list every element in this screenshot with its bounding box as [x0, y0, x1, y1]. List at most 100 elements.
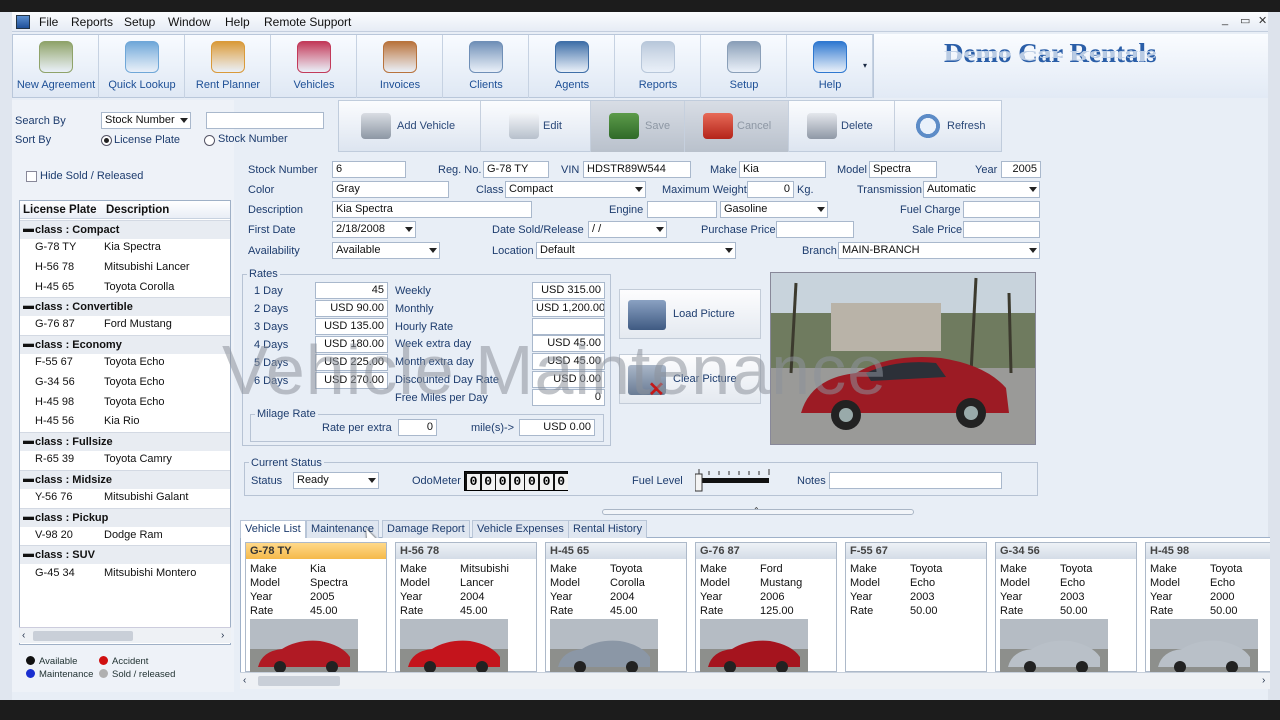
stock-number-field[interactable]: 6: [332, 161, 406, 178]
vehicle-card[interactable]: H-45 65 Make Toyota Model Corolla Year 2004 Rat…: [545, 542, 687, 672]
header-license-plate[interactable]: License Plate: [23, 204, 97, 216]
class-select[interactable]: Compact: [505, 181, 646, 198]
card-list-scrollbar[interactable]: ‹ ›: [240, 672, 1270, 689]
tree-row[interactable]: H-56 78 Mitsubishi Lancer: [20, 258, 230, 277]
branch-select[interactable]: MAIN-BRANCH: [838, 242, 1040, 259]
vehicle-card[interactable]: G-34 56 Make Toyota Model Echo Year 2003 Rate 50…: [995, 542, 1137, 672]
description-field[interactable]: Kia Spectra: [332, 201, 532, 218]
model-field[interactable]: Spectra: [869, 161, 937, 178]
minimize-button[interactable]: _: [1222, 14, 1228, 26]
tree-row[interactable]: Y-56 76 Mitsubishi Galant: [20, 488, 230, 507]
search-by-select[interactable]: Stock Number: [101, 112, 191, 129]
save-button[interactable]: Save: [591, 101, 685, 152]
rate-period-field[interactable]: USD 1,200.00: [532, 299, 605, 317]
scroll-left-icon[interactable]: ‹: [22, 630, 25, 641]
scroll-left-icon[interactable]: ‹: [243, 675, 246, 686]
transmission-select[interactable]: Automatic: [923, 181, 1040, 198]
scroll-thumb[interactable]: [258, 676, 340, 686]
collapse-icon[interactable]: ▬: [23, 473, 34, 485]
tree-group[interactable]: ▬ class : Fullsize: [20, 431, 230, 451]
status-select[interactable]: Ready: [293, 472, 379, 489]
vehicle-card[interactable]: G-78 TY Make Kia Model Spectra Year 2005 Rate 45…: [245, 542, 387, 672]
scroll-right-icon[interactable]: ›: [1262, 675, 1265, 686]
chevron-up-icon[interactable]: ⌃: [753, 506, 760, 515]
add-vehicle-button[interactable]: Add Vehicle: [339, 101, 481, 152]
tree-row[interactable]: G-45 34 Mitsubishi Montero: [20, 564, 230, 583]
toolbar-help-button[interactable]: Help: [787, 35, 873, 98]
rate-per-extra-field[interactable]: 0: [398, 419, 437, 436]
restore-button[interactable]: ▭: [1240, 14, 1250, 27]
miles-field[interactable]: USD 0.00: [519, 419, 595, 436]
vehicle-card[interactable]: F-55 67 Make Toyota Model Echo Year 2003 Rate 50…: [845, 542, 987, 672]
tree-row[interactable]: V-98 20 Dodge Ram: [20, 526, 230, 545]
panel-splitter[interactable]: ⌃: [602, 506, 914, 515]
fuel-type-select[interactable]: Gasoline: [720, 201, 828, 218]
toolbar-vehicles-button[interactable]: Vehicles: [271, 35, 357, 98]
fuel-charge-field[interactable]: [963, 201, 1040, 218]
collapse-icon[interactable]: ▬: [23, 548, 34, 560]
toolbar-reports-button[interactable]: Reports: [615, 35, 701, 98]
rate-day-field[interactable]: 45: [315, 282, 388, 299]
fuel-level-slider[interactable]: [694, 466, 771, 494]
tree-group[interactable]: ▬ class : Midsize: [20, 469, 230, 489]
vehicle-card[interactable]: H-45 98 Make Toyota Model Echo Year 2000 Rate 50…: [1145, 542, 1270, 672]
collapse-icon[interactable]: ▬: [23, 338, 34, 350]
year-field[interactable]: 2005: [1001, 161, 1041, 178]
odometer-display[interactable]: 0000000: [464, 471, 568, 491]
date-sold-field[interactable]: / /: [588, 221, 667, 238]
tree-row[interactable]: R-65 39 Toyota Camry: [20, 450, 230, 469]
menu-setup[interactable]: Setup: [124, 15, 155, 29]
scroll-thumb[interactable]: [33, 631, 133, 641]
make-field[interactable]: Kia: [739, 161, 826, 178]
toolbar-agents-button[interactable]: Agents: [529, 35, 615, 98]
toolbar-quick-lookup-button[interactable]: Quick Lookup: [99, 35, 185, 98]
sale-price-field[interactable]: [963, 221, 1040, 238]
tree-row[interactable]: H-45 56 Kia Rio: [20, 412, 230, 431]
rate-period-field[interactable]: USD 315.00: [532, 282, 605, 299]
purchase-price-field[interactable]: [776, 221, 854, 238]
sort-stock-radio[interactable]: [204, 135, 215, 146]
refresh-button[interactable]: Refresh: [895, 101, 1002, 152]
tree-row[interactable]: G-34 56 Toyota Echo: [20, 373, 230, 392]
menu-help[interactable]: Help: [225, 15, 250, 29]
menu-file[interactable]: File: [39, 15, 58, 29]
collapse-icon[interactable]: ▬: [23, 435, 34, 447]
color-field[interactable]: Gray: [332, 181, 449, 198]
toolbar-invoices-button[interactable]: Invoices: [357, 35, 443, 98]
menu-reports[interactable]: Reports: [71, 15, 113, 29]
engine-field[interactable]: [647, 201, 717, 218]
rate-day-field[interactable]: USD 90.00: [315, 300, 388, 317]
hide-sold-checkbox[interactable]: [26, 171, 37, 182]
notes-field[interactable]: [829, 472, 1002, 489]
collapse-icon[interactable]: ▬: [23, 223, 34, 235]
collapse-icon[interactable]: ▬: [23, 300, 34, 312]
first-date-field[interactable]: 2/18/2008: [332, 221, 416, 238]
menu-remote-support[interactable]: Remote Support: [264, 15, 351, 29]
edit-button[interactable]: Edit: [481, 101, 591, 152]
delete-button[interactable]: Delete: [789, 101, 895, 152]
sort-license-radio[interactable]: [101, 135, 112, 146]
max-weight-field[interactable]: 0: [747, 181, 794, 198]
header-description[interactable]: Description: [106, 204, 169, 216]
tab-vehicle-list[interactable]: Vehicle List: [240, 520, 306, 538]
app-icon[interactable]: [16, 15, 30, 29]
tab-vehicle-expenses[interactable]: Vehicle Expenses: [472, 520, 569, 538]
toolbar-overflow-icon[interactable]: ▾: [863, 61, 867, 70]
collapse-icon[interactable]: ▬: [23, 511, 34, 523]
tree-group[interactable]: ▬ class : Economy: [20, 335, 230, 354]
vehicle-card[interactable]: G-76 87 Make Ford Model Mustang Year 2006 Rate 1…: [695, 542, 837, 672]
tab-rental-history[interactable]: Rental History: [568, 520, 648, 538]
vehicle-card[interactable]: H-56 78 Make Mitsubishi Model Lancer Year 2004…: [395, 542, 537, 672]
location-select[interactable]: Default: [536, 242, 736, 259]
tree-group[interactable]: ▬ class : Convertible: [20, 297, 230, 317]
toolbar-setup-button[interactable]: Setup: [701, 35, 787, 98]
scroll-right-icon[interactable]: ›: [221, 630, 224, 641]
tab-damage-report[interactable]: Damage Report: [382, 520, 470, 538]
tree-row[interactable]: G-78 TY Kia Spectra: [20, 238, 230, 257]
tree-horizontal-scrollbar[interactable]: ‹ ›: [19, 627, 231, 643]
availability-select[interactable]: Available: [332, 242, 440, 259]
toolbar-new-agreement-button[interactable]: New Agreement: [13, 35, 99, 98]
toolbar-rent-planner-button[interactable]: Rent Planner: [185, 35, 271, 98]
search-input[interactable]: [206, 112, 324, 129]
tree-group[interactable]: ▬ class : SUV: [20, 545, 230, 565]
